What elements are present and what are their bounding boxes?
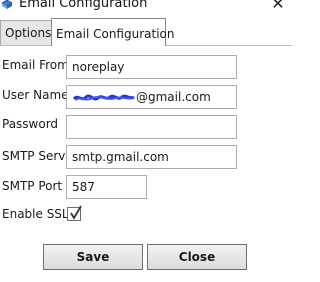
enable-ssl-label: Enable SSL: [2, 207, 69, 221]
tab-options[interactable]: Options: [0, 20, 52, 45]
email-from-field[interactable]: noreplay: [66, 55, 237, 79]
envelope-config-icon: [1, 0, 13, 9]
user-name-domain: @gmail.com: [136, 90, 211, 104]
smtp-server-field[interactable]: smtp.gmail.com: [66, 145, 237, 169]
user-name-field[interactable]: @gmail.com: [66, 85, 237, 109]
title-bar: Email Configuration ✕: [0, 0, 292, 14]
checkmark-icon: [70, 205, 82, 220]
email-from-label: Email From: [2, 58, 69, 72]
enable-ssl-checkbox[interactable]: [67, 205, 82, 221]
window-title: Email Configuration: [19, 0, 148, 11]
close-window-button[interactable]: ✕: [270, 0, 286, 12]
save-button[interactable]: Save: [43, 244, 143, 270]
password-label: Password: [2, 117, 59, 131]
password-field[interactable]: [66, 115, 237, 139]
smtp-port-label: SMTP Port: [2, 179, 63, 193]
redacted-username-mark: [72, 94, 135, 101]
tab-email-configuration[interactable]: Email Configuration: [51, 18, 175, 46]
user-name-label: User Name: [2, 88, 69, 102]
smtp-port-field[interactable]: 587: [66, 175, 147, 199]
close-button[interactable]: Close: [147, 244, 247, 270]
